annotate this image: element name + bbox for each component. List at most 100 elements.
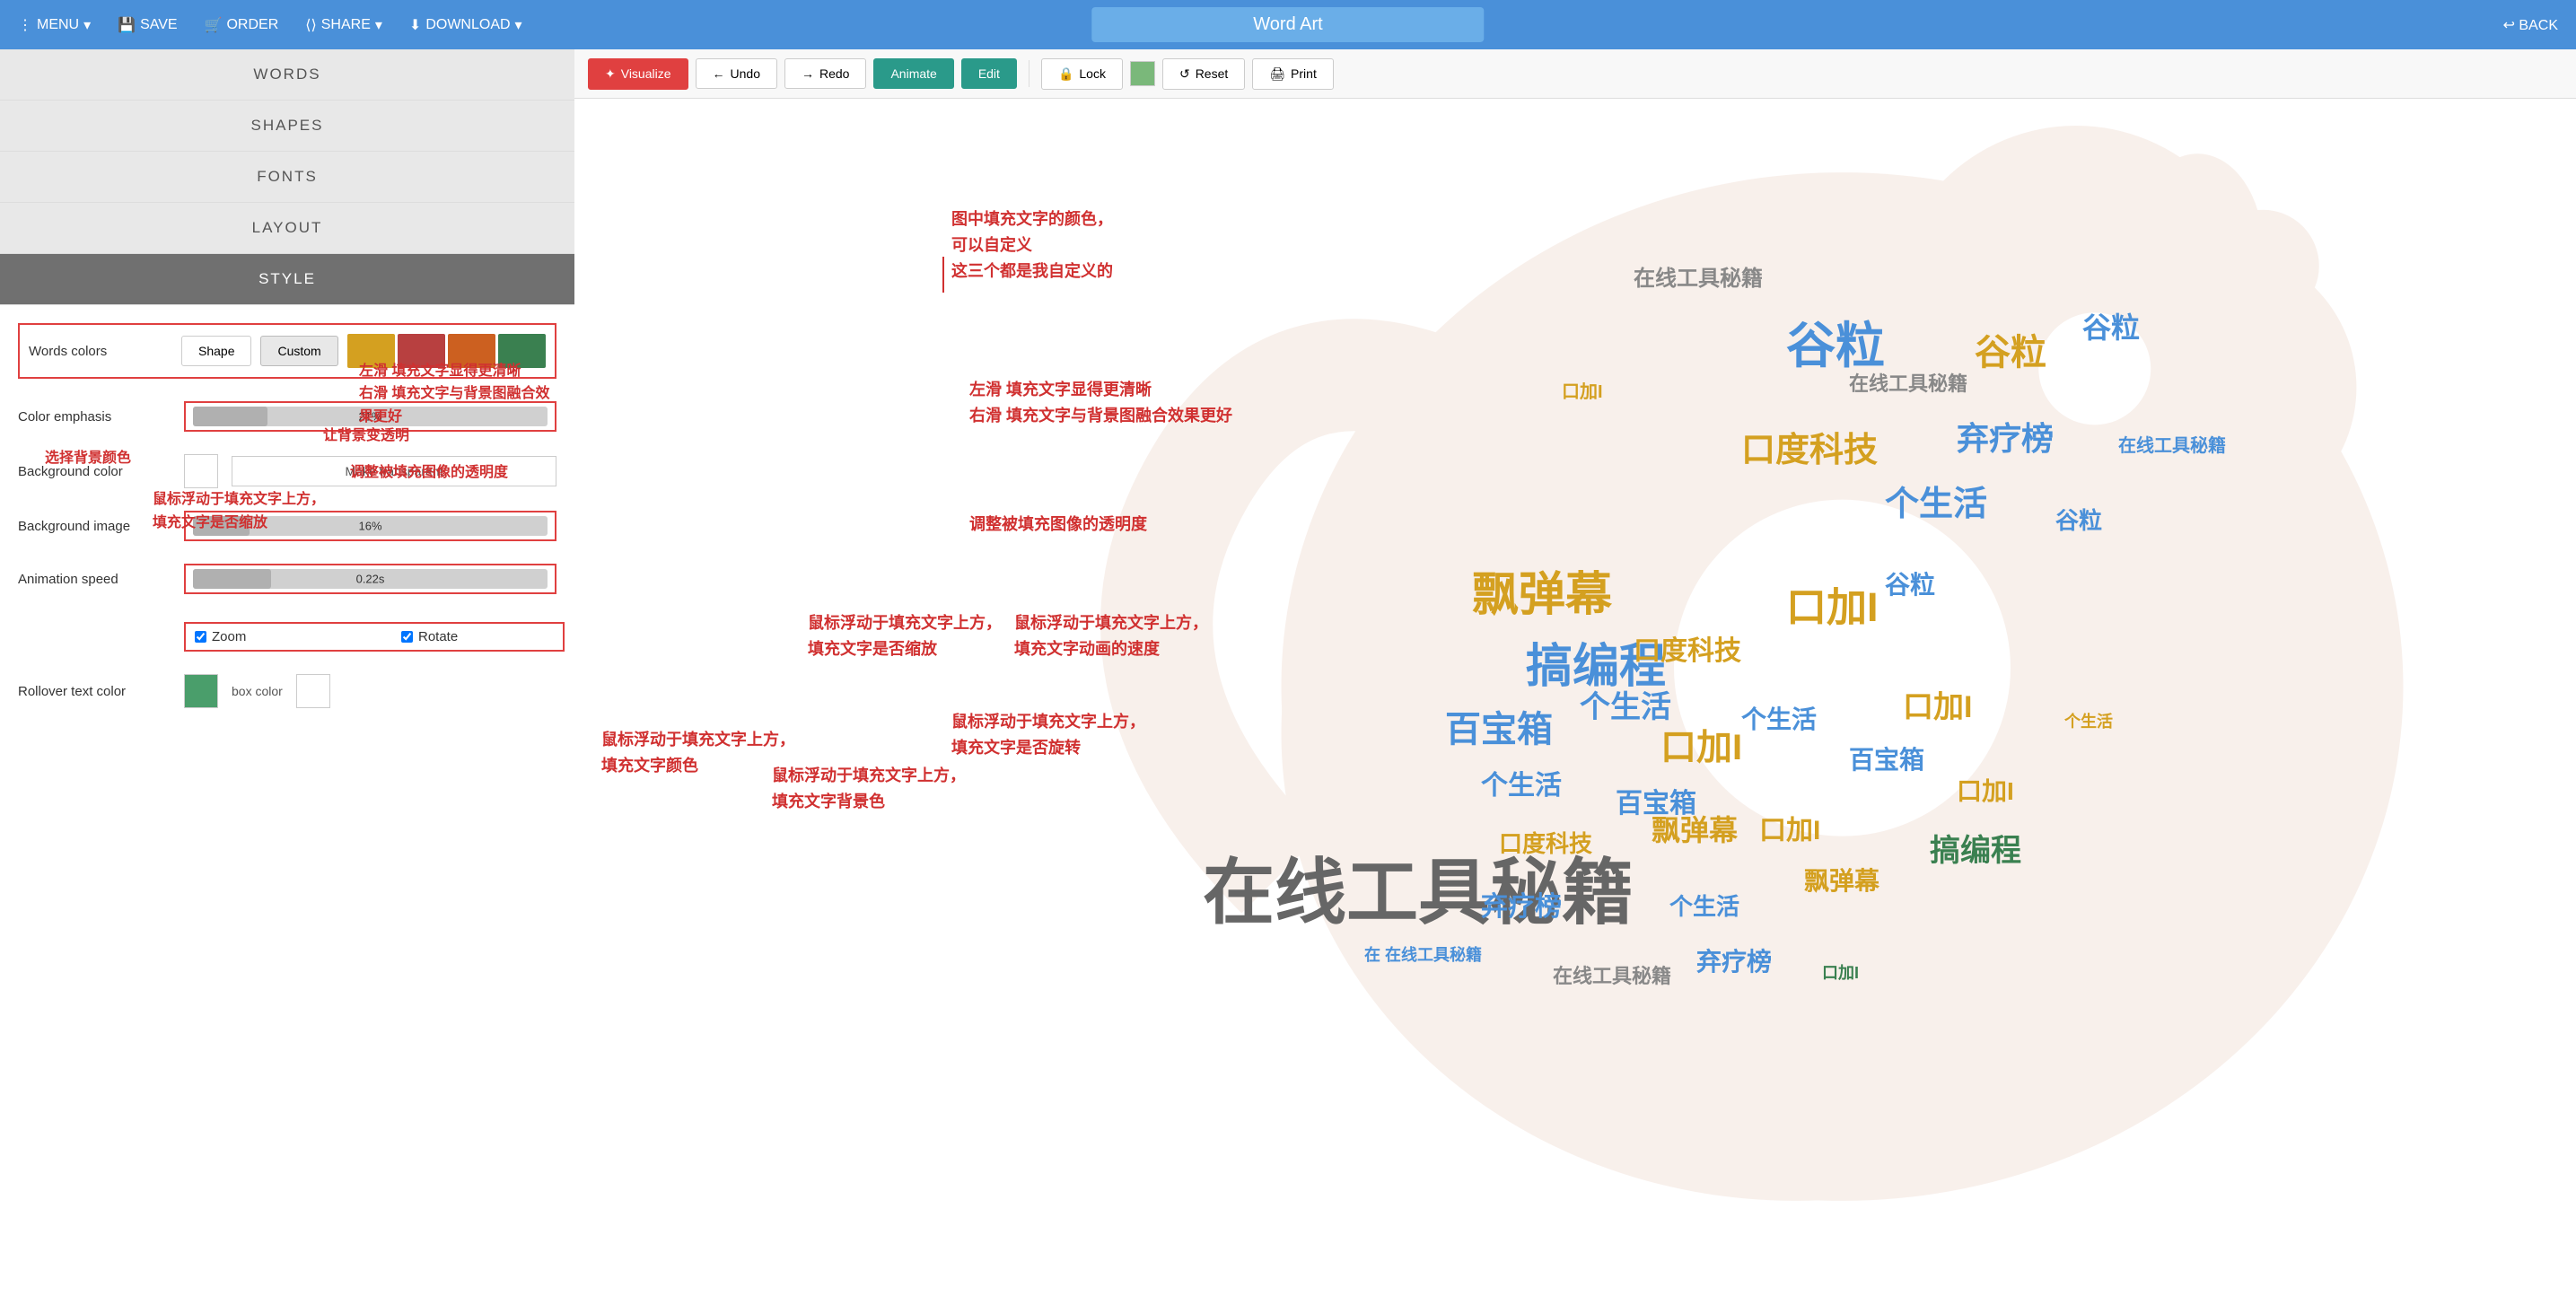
undo-button[interactable]: ← Undo: [696, 58, 777, 89]
left-panel: WORDS SHAPES FONTS LAYOUT STYLE Words co…: [0, 49, 574, 1305]
wc-word-kjI3: 口加I: [1903, 682, 1972, 726]
menu-icon: ⋮: [18, 16, 32, 34]
wc-word-gsh2: 个生活: [1580, 682, 1671, 726]
box-color-label: box color: [232, 684, 283, 698]
annotation-right-1: 图中填充文字的颜色，可以自定义这三个都是我自定义的: [951, 206, 1113, 284]
wc-word-bbx1: 百宝箱: [1445, 700, 1553, 752]
share-icon: ⟨⟩: [305, 16, 316, 34]
reset-icon: ↺: [1179, 66, 1190, 82]
print-button[interactable]: 🖨 Print: [1252, 58, 1334, 90]
wc-word-gsh3: 个生活: [1481, 763, 1562, 802]
annotation-right-6: 鼠标浮动于填充文字上方，填充文字颜色: [601, 727, 795, 779]
back-button[interactable]: ↩ BACK: [2503, 16, 2558, 34]
tab-style[interactable]: STYLE: [0, 254, 574, 305]
menu-chevron-icon: ▾: [83, 16, 91, 34]
order-icon: 🛒: [205, 16, 223, 34]
color-swatch-2[interactable]: [398, 334, 445, 368]
wc-word-gucu3: 谷粒: [2082, 305, 2140, 346]
rotate-checkbox-label[interactable]: Rotate: [401, 629, 554, 644]
box-color-swatch[interactable]: [296, 674, 330, 708]
wc-word-zxgjmj4: 在线工具秘籍: [1553, 960, 1671, 989]
wc-word-bbx3: 百宝箱: [1849, 740, 1924, 776]
animation-speed-label: Animation speed: [18, 572, 171, 587]
rollover-text-color-row: Rollover text color box color: [18, 674, 556, 708]
tab-shapes[interactable]: SHAPES: [0, 101, 574, 152]
wc-word-gsh5: 个生活: [1669, 889, 1739, 922]
download-button[interactable]: ⬇ DOWNLOAD ▾: [409, 16, 522, 34]
background-image-slider[interactable]: 16%: [184, 511, 556, 541]
redo-button[interactable]: → Redo: [784, 58, 866, 89]
color-swatch-3[interactable]: [448, 334, 495, 368]
zoom-checkbox[interactable]: [195, 631, 206, 643]
wc-word-qtb3: 弃疗榜: [1696, 942, 1772, 978]
visualize-button[interactable]: ✦ Visualize: [588, 58, 688, 90]
tab-fonts[interactable]: FONTS: [0, 152, 574, 203]
wc-word-gcc2: 搞编程: [1930, 826, 2021, 870]
background-color-swatch[interactable]: [184, 454, 218, 488]
tab-words[interactable]: WORDS: [0, 49, 574, 101]
wc-word-gsh1: 个生活: [1885, 476, 1987, 525]
undo-icon: ←: [713, 66, 725, 81]
animation-speed-row: Animation speed 0.22s Zoom: [18, 564, 556, 652]
edit-button[interactable]: Edit: [961, 58, 1017, 89]
lock-button[interactable]: 🔒 Lock: [1041, 58, 1123, 90]
order-button[interactable]: 🛒 ORDER: [205, 16, 279, 34]
share-chevron-icon: ▾: [375, 16, 382, 34]
wc-word-zxgjmj2: 在线工具秘籍: [1634, 260, 1763, 292]
share-button[interactable]: ⟨⟩ SHARE ▾: [305, 16, 382, 34]
menu-button[interactable]: ⋮ MENU ▾: [18, 16, 91, 34]
annotation-right-2: 左滑 填充文字显得更清晰右滑 填充文字与背景图融合效果更好: [969, 377, 1232, 429]
style-panel: Words colors Shape Custom Color emphasis…: [0, 305, 574, 1305]
tab-layout[interactable]: LAYOUT: [0, 203, 574, 254]
wc-word-pdm1: 飘弹幕: [1472, 556, 1612, 624]
color-swatch-1[interactable]: [347, 334, 395, 368]
wc-word-gsh4: 个生活: [1741, 700, 1817, 736]
word-cloud: 在线工具秘籍 谷粒 谷粒 谷粒 谷粒 谷粒 飘弹幕 搞编程 百宝箱 口度科技 口…: [574, 99, 2576, 1305]
download-icon: ⬇: [409, 16, 421, 34]
color-swatch-4[interactable]: [498, 334, 546, 368]
color-indicator[interactable]: [1130, 61, 1155, 86]
wc-word-sm3: 在 在线工具秘籍: [1364, 942, 1482, 966]
annotation-right-5: 鼠标浮动于填充文字上方，填充文字动画的速度: [1014, 610, 1208, 662]
rotate-checkbox[interactable]: [401, 631, 413, 643]
right-panel: ✦ Visualize ← Undo → Redo Animate Edit 🔒…: [574, 49, 2576, 1305]
animate-button[interactable]: Animate: [873, 58, 953, 89]
wc-word-sm4: 个生活: [2064, 709, 2113, 732]
rollover-text-color-label: Rollover text color: [18, 684, 171, 699]
wc-word-bbx2: 百宝箱: [1616, 781, 1696, 820]
save-button[interactable]: 💾 SAVE: [118, 16, 177, 34]
top-navigation: ⋮ MENU ▾ 💾 SAVE 🛒 ORDER ⟨⟩ SHARE ▾ ⬇ DOW…: [0, 0, 2576, 49]
background-color-row: Background color Make transparent: [18, 454, 556, 488]
wc-word-qtb1: 弃疗榜: [1957, 413, 2054, 460]
lock-icon: 🔒: [1058, 66, 1073, 82]
wc-word-sm1: 在线工具秘籍: [2118, 431, 2226, 457]
canvas-area: 在线工具秘籍 谷粒 谷粒 谷粒 谷粒 谷粒 飘弹幕 搞编程 百宝箱 口度科技 口…: [574, 99, 2576, 1305]
wc-word-zxgjmj3: 在线工具秘籍: [1849, 368, 1967, 397]
annotation-right-3: 调整被填充图像的透明度: [969, 512, 1147, 538]
wc-word-gucu4: 谷粒: [1885, 565, 1935, 601]
shape-button[interactable]: Shape: [181, 336, 251, 366]
toolbar-separator-1: [1029, 60, 1030, 87]
wc-word-gucu2: 谷粒: [1975, 323, 2046, 375]
background-color-label: Background color: [18, 464, 171, 479]
zoom-checkbox-label[interactable]: Zoom: [195, 629, 347, 644]
wc-word-sm2: 口加I: [1562, 377, 1603, 403]
annotation-right-7: 鼠标浮动于填充文字上方，填充文字背景色: [772, 763, 966, 815]
rollover-color-swatch[interactable]: [184, 674, 218, 708]
color-emphasis-slider[interactable]: 21%: [184, 401, 556, 432]
animation-speed-slider[interactable]: 0.22s: [184, 564, 556, 594]
wc-word-sm5: 口加I: [1822, 960, 1859, 984]
custom-button[interactable]: Custom: [260, 336, 337, 366]
wc-word-kjI4: 口加I: [1759, 808, 1820, 847]
nav-left: ⋮ MENU ▾ 💾 SAVE 🛒 ORDER ⟨⟩ SHARE ▾ ⬇ DOW…: [18, 16, 522, 34]
annotation-color-fill: 图中填充文字的颜色，可以自定义这三个都是我自定义的: [332, 305, 556, 306]
wc-word-qtb2: 弃疗榜: [1481, 884, 1562, 924]
annotation-right-4: 鼠标浮动于填充文字上方，填充文字是否缩放: [808, 610, 1002, 662]
reset-button[interactable]: ↺ Reset: [1162, 58, 1245, 90]
annotation-right-8: 鼠标浮动于填充文字上方，填充文字是否旋转: [951, 709, 1145, 761]
back-icon: ↩: [2503, 18, 2515, 33]
make-transparent-button[interactable]: Make transparent: [232, 456, 556, 486]
wc-word-pdm3: 飘弹幕: [1804, 862, 1879, 898]
wc-word-gucu5: 谷粒: [2055, 503, 2102, 536]
print-icon: 🖨: [1269, 66, 1285, 82]
